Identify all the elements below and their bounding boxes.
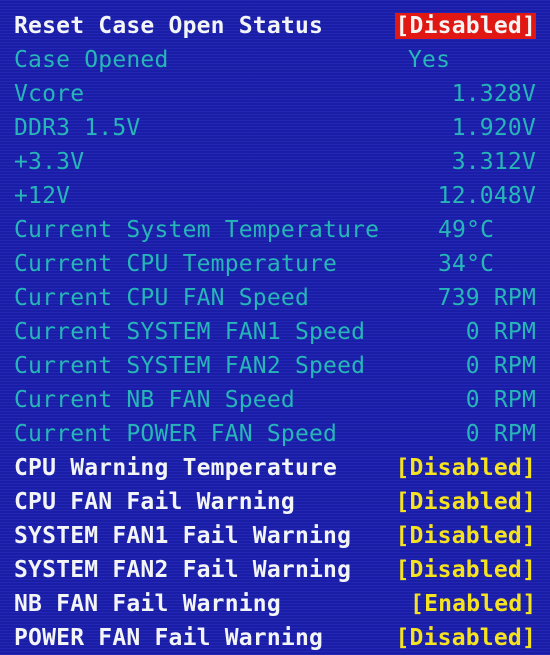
reset-case-open-status-label: Reset Case Open Status <box>14 13 324 39</box>
warning-option[interactable]: [Enabled] <box>410 591 536 617</box>
monitor-label: Current CPU FAN Speed <box>14 285 309 311</box>
warning-label: CPU FAN Fail Warning <box>14 489 295 515</box>
cpu-warning-temperature-row[interactable]: CPU Warning Temperature [Disabled] <box>14 453 536 483</box>
voltage-label: +12V <box>14 183 71 209</box>
cpu-fan-fail-warning-row[interactable]: CPU FAN Fail Warning [Disabled] <box>14 487 536 517</box>
case-opened-value: Yes <box>408 47 451 73</box>
monitor-label: Current SYSTEM FAN1 Speed <box>14 319 366 345</box>
monitor-label: Current POWER FAN Speed <box>14 421 338 447</box>
plus-3-3v-row: +3.3V 3.312V <box>14 147 536 177</box>
system-fan1-fail-warning-row[interactable]: SYSTEM FAN1 Fail Warning [Disabled] <box>14 521 536 551</box>
monitor-value: 34°C <box>438 251 495 277</box>
system-fan2-speed-row: Current SYSTEM FAN2 Speed 0 RPM <box>14 351 536 381</box>
warning-option-value: Disabled <box>409 489 522 515</box>
warning-option[interactable]: [Disabled] <box>395 625 536 651</box>
vcore-row: Vcore 1.328V <box>14 79 536 109</box>
reset-case-open-status-value: Disabled <box>409 13 522 39</box>
warning-option-value: Disabled <box>409 557 522 583</box>
voltage-value: 12.048V <box>437 183 536 209</box>
voltage-value: 3.312V <box>451 149 536 175</box>
voltage-label: Vcore <box>14 81 85 107</box>
warning-option-value: Disabled <box>409 455 522 481</box>
monitor-label: Current CPU Temperature <box>14 251 338 277</box>
system-fan1-speed-row: Current SYSTEM FAN1 Speed 0 RPM <box>14 317 536 347</box>
monitor-value: 739 RPM <box>437 285 536 311</box>
reset-case-open-status-row[interactable]: Reset Case Open Status [Disabled] <box>14 11 536 41</box>
monitor-value: 49°C <box>438 217 495 243</box>
cpu-temperature-row: Current CPU Temperature 34°C <box>14 249 536 279</box>
monitor-value: 0 RPM <box>465 353 536 379</box>
case-opened-label: Case Opened <box>14 47 169 73</box>
case-opened-row: Case Opened Yes <box>14 45 536 75</box>
warning-option-value: Disabled <box>409 523 522 549</box>
system-fan2-fail-warning-row[interactable]: SYSTEM FAN2 Fail Warning [Disabled] <box>14 555 536 585</box>
reset-case-open-status-option[interactable]: [Disabled] <box>395 13 536 39</box>
warning-option[interactable]: [Disabled] <box>395 489 536 515</box>
warning-option-value: Enabled <box>424 591 523 617</box>
warning-label: SYSTEM FAN2 Fail Warning <box>14 557 352 583</box>
system-temperature-row: Current System Temperature 49°C <box>14 215 536 245</box>
warning-option-value: Disabled <box>409 625 522 651</box>
cpu-fan-speed-row: Current CPU FAN Speed 739 RPM <box>14 283 536 313</box>
warning-option[interactable]: [Disabled] <box>395 557 536 583</box>
power-fan-fail-warning-row[interactable]: POWER FAN Fail Warning [Disabled] <box>14 623 536 653</box>
warning-label: NB FAN Fail Warning <box>14 591 281 617</box>
voltage-label: DDR3 1.5V <box>14 115 141 141</box>
warning-label: SYSTEM FAN1 Fail Warning <box>14 523 352 549</box>
nb-fan-speed-row: Current NB FAN Speed 0 RPM <box>14 385 536 415</box>
voltage-label: +3.3V <box>14 149 85 175</box>
voltage-value: 1.920V <box>451 115 536 141</box>
ddr3-voltage-row: DDR3 1.5V 1.920V <box>14 113 536 143</box>
monitor-value: 0 RPM <box>465 387 536 413</box>
monitor-value: 0 RPM <box>465 421 536 447</box>
monitor-label: Current SYSTEM FAN2 Speed <box>14 353 366 379</box>
bios-hardware-monitor-screen: Reset Case Open Status [Disabled] Case O… <box>0 0 550 655</box>
monitor-label: Current System Temperature <box>14 217 380 243</box>
voltage-value: 1.328V <box>451 81 536 107</box>
warning-label: POWER FAN Fail Warning <box>14 625 324 651</box>
warning-option[interactable]: [Disabled] <box>395 523 536 549</box>
monitor-value: 0 RPM <box>465 319 536 345</box>
warning-label: CPU Warning Temperature <box>14 455 338 481</box>
warning-option[interactable]: [Disabled] <box>395 455 536 481</box>
nb-fan-fail-warning-row[interactable]: NB FAN Fail Warning [Enabled] <box>14 589 536 619</box>
power-fan-speed-row: Current POWER FAN Speed 0 RPM <box>14 419 536 449</box>
plus-12v-row: +12V 12.048V <box>14 181 536 211</box>
monitor-label: Current NB FAN Speed <box>14 387 295 413</box>
